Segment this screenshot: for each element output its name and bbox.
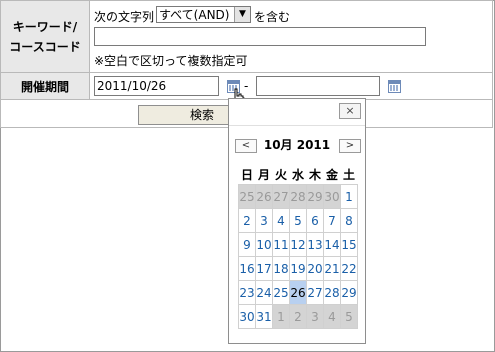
calendar-day[interactable]: 19 <box>289 256 307 281</box>
calendar-day-selected[interactable]: 26 <box>289 280 307 305</box>
next-month-button[interactable]: > <box>339 139 361 153</box>
calendar-day[interactable]: 14 <box>323 232 341 257</box>
calendar-day[interactable]: 24 <box>255 280 273 305</box>
calendar-day[interactable]: 12 <box>289 232 307 257</box>
weekday-row: 日月火水木金土 <box>239 164 358 185</box>
calendar-week-row: 25 26 27 28 29 30 1 <box>238 184 358 209</box>
calendar-day-other-month: 1 <box>272 304 290 329</box>
keyword-prefix: 次の文字列 <box>94 10 155 24</box>
calendar-day[interactable]: 21 <box>323 256 341 281</box>
weekday-header: 月 <box>257 167 270 182</box>
weekday-header: 土 <box>342 167 355 182</box>
close-button[interactable]: × <box>339 103 361 119</box>
calendar-day[interactable]: 20 <box>306 256 324 281</box>
calendar-day[interactable]: 7 <box>323 208 341 233</box>
keyword-cell: 次の文字列 すべて(AND) ▼ を含む ※空白で区切って複数指定可 <box>89 0 493 73</box>
calendar-day[interactable]: 8 <box>340 208 358 233</box>
keyword-label-line2: コースコード <box>9 39 81 54</box>
calendar-day[interactable]: 1 <box>340 184 358 209</box>
month-title: 10月 2011 <box>263 138 331 152</box>
match-mode-value: すべて(AND) <box>159 8 230 22</box>
calendar-header-bar: × <box>229 99 365 126</box>
calendar-day-other-month: 5 <box>340 304 358 329</box>
weekday-header: 水 <box>291 167 304 182</box>
date-to-input[interactable] <box>256 76 380 96</box>
keyword-label-line1: キーワード/ <box>12 19 78 34</box>
calendar-day[interactable]: 3 <box>255 208 273 233</box>
calendar-day-other-month: 29 <box>306 184 324 209</box>
keyword-suffix: を含む <box>254 10 291 24</box>
calendar-day-other-month: 25 <box>238 184 256 209</box>
calendar-day-other-month: 4 <box>323 304 341 329</box>
date-from-input[interactable]: 2011/10/26 <box>94 76 219 96</box>
calendar-day[interactable]: 25 <box>272 280 290 305</box>
calendar-week-row: 9 10 11 12 13 14 15 <box>238 232 358 257</box>
calendar-day[interactable]: 31 <box>255 304 273 329</box>
match-mode-select[interactable]: すべて(AND) ▼ <box>156 6 251 23</box>
calendar-day[interactable]: 10 <box>255 232 273 257</box>
calendar-day[interactable]: 13 <box>306 232 324 257</box>
calendar-day-other-month: 30 <box>323 184 341 209</box>
calendar-day[interactable]: 6 <box>306 208 324 233</box>
calendar-day-other-month: 3 <box>306 304 324 329</box>
calendar-day[interactable]: 5 <box>289 208 307 233</box>
calendar-grid: 日月火水木金土 25 26 27 28 29 30 1 2 3 4 5 6 7 8 9 10 11 12 13 14 1… <box>238 164 358 329</box>
prev-month-button[interactable]: < <box>235 139 257 153</box>
calendar-day[interactable]: 27 <box>306 280 324 305</box>
calendar-day[interactable]: 23 <box>238 280 256 305</box>
calendar-week-row: 2345678 <box>238 208 358 233</box>
calendar-week-row: 23 24 25 26 27 28 29 <box>238 280 358 305</box>
calendar-day[interactable]: 30 <box>238 304 256 329</box>
calendar-week-row: 30 31 1 2 3 4 5 <box>238 304 358 329</box>
keyword-input[interactable] <box>94 27 426 46</box>
calendar-day[interactable]: 15 <box>340 232 358 257</box>
calendar-to-icon[interactable] <box>388 80 401 93</box>
keyword-label: キーワード/ コースコード <box>0 0 90 73</box>
calendar-day[interactable]: 4 <box>272 208 290 233</box>
period-cell: 2011/10/26 - <box>89 72 493 100</box>
calendar-day[interactable]: 28 <box>323 280 341 305</box>
calendar-day[interactable]: 22 <box>340 256 358 281</box>
period-label: 開催期間 <box>0 72 90 100</box>
calendar-day[interactable]: 11 <box>272 232 290 257</box>
weekday-header: 木 <box>308 167 321 182</box>
calendar-day-other-month: 2 <box>289 304 307 329</box>
weekday-header: 日 <box>240 167 253 182</box>
calendar-day-other-month: 28 <box>289 184 307 209</box>
calendar-day[interactable]: 16 <box>238 256 256 281</box>
calendar-day-other-month: 27 <box>272 184 290 209</box>
weekday-header: 火 <box>274 167 287 182</box>
calendar-day[interactable]: 9 <box>238 232 256 257</box>
calendar-day-other-month: 26 <box>255 184 273 209</box>
calendar-day[interactable]: 18 <box>272 256 290 281</box>
calendar-body: 25 26 27 28 29 30 1 2 3 4 5 6 7 8 9 10 11 12 13 14 15 16 17 18 1… <box>238 184 358 329</box>
calendar-popup: × < 10月 2011 > 日月火水木金土 25 26 27 28 29 30 1 2 3 4 5… <box>228 98 366 344</box>
calendar-day[interactable]: 2 <box>238 208 256 233</box>
chevron-down-icon[interactable]: ▼ <box>234 7 250 22</box>
keyword-hint: ※空白で区切って複数指定可 <box>94 54 248 68</box>
calendar-day[interactable]: 29 <box>340 280 358 305</box>
calendar-week-row: 16 17 18 19 20 21 22 <box>238 256 358 281</box>
calendar-day[interactable]: 17 <box>255 256 273 281</box>
weekday-header: 金 <box>325 167 338 182</box>
